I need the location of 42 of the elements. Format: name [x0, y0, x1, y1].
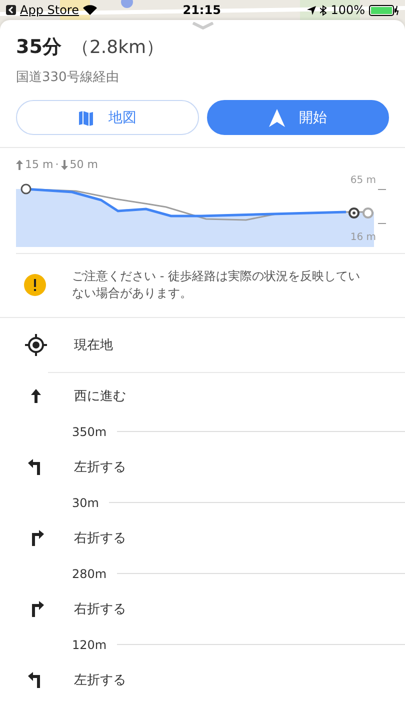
- descent-arrow-icon: [60, 160, 68, 170]
- ascent-text: 15 m: [25, 158, 54, 171]
- bluetooth-icon: [320, 4, 327, 16]
- battery-percentage: 100%: [330, 3, 365, 17]
- direction-step[interactable]: 現在地: [0, 318, 405, 372]
- step-instruction: 現在地: [74, 336, 113, 354]
- step-instruction: 右折する: [74, 601, 126, 618]
- step-instruction: 西に進む: [74, 388, 126, 406]
- start-button[interactable]: 開始: [206, 100, 389, 135]
- location-arrow-icon: [306, 6, 316, 14]
- duration-text: 35分: [16, 35, 62, 60]
- warning-icon: [24, 274, 46, 296]
- collapse-handle-icon[interactable]: [192, 22, 214, 30]
- step-instruction: 右折する: [74, 530, 126, 548]
- descent-text: 50 m: [70, 158, 98, 171]
- wifi-icon: [82, 5, 97, 15]
- warning-message: ご注意ください - 徒歩経路は実際の状況を反映していない場合があります。: [72, 268, 361, 302]
- navigation-arrow-icon: [268, 108, 285, 126]
- axis-label: 65 m: [350, 175, 376, 186]
- step-distance: 350m: [72, 424, 107, 439]
- separator-dot: ·: [55, 158, 59, 171]
- step-distance: 30m: [72, 496, 99, 510]
- direction-step[interactable]: 左折する: [0, 656, 405, 704]
- axis-label: 16 m: [350, 232, 376, 243]
- clock-time: 21:15: [182, 3, 221, 17]
- step-instruction: 左折する: [74, 459, 126, 476]
- step-distance: 120m: [72, 638, 107, 652]
- step-distance: 280m: [72, 566, 107, 581]
- direction-step[interactable]: 右折する: [0, 586, 405, 633]
- ascent-arrow-icon: [16, 160, 23, 170]
- battery-icon: [369, 4, 399, 16]
- back-link[interactable]: App Store: [20, 3, 79, 17]
- direction-step[interactable]: 西に進む: [0, 372, 405, 420]
- step-instruction: 左折する: [74, 672, 126, 690]
- back-icon[interactable]: [6, 5, 16, 15]
- direction-step[interactable]: 左折する: [0, 444, 405, 491]
- distance-text: （2.8km）: [71, 36, 164, 59]
- map-button[interactable]: 地図: [16, 100, 198, 135]
- route-via-text: 国道330号線経由: [16, 69, 120, 86]
- my-location-icon: [24, 332, 48, 357]
- map-icon: [78, 110, 94, 126]
- direction-step[interactable]: 右折する: [0, 514, 405, 562]
